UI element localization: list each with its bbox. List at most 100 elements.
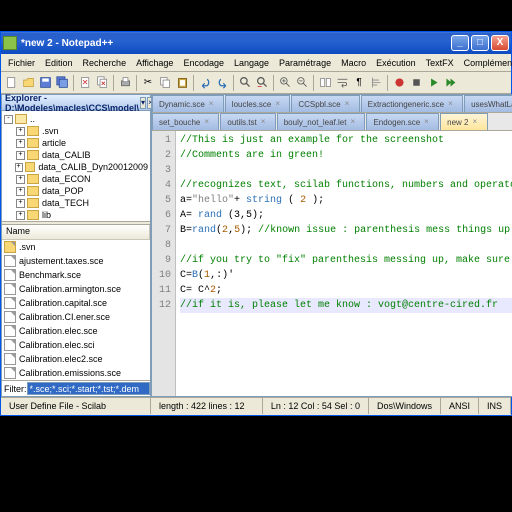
replace-icon[interactable] [254,75,270,91]
list-item[interactable]: Calibration.capital.sce [2,296,150,310]
indent-guide-icon[interactable] [368,75,384,91]
cut-icon[interactable]: ✂ [140,75,156,91]
close-button[interactable]: X [491,35,509,51]
menu-affichage[interactable]: Affichage [131,56,178,70]
undo-icon[interactable] [197,75,213,91]
tab-close-icon[interactable]: × [204,118,212,126]
menu-langage[interactable]: Langage [229,56,274,70]
status-insert-mode: INS [479,398,511,414]
expand-icon[interactable]: + [16,187,25,196]
list-item[interactable]: Calibration.elec.sce [2,324,150,338]
sync-scroll-icon[interactable] [317,75,333,91]
menu-encodage[interactable]: Encodage [178,56,229,70]
tree-node[interactable]: +data_CALIB [4,149,148,161]
expand-icon[interactable]: + [16,211,25,220]
minimize-button[interactable]: _ [451,35,469,51]
tab[interactable]: usesWhatLang.sce× [464,95,512,112]
list-item[interactable]: Calibration.emissions.sce [2,366,150,380]
copy-icon[interactable] [157,75,173,91]
save-all-icon[interactable] [54,75,70,91]
tab[interactable]: bouly_not_leaf.let× [277,113,366,130]
close-all-icon[interactable] [94,75,110,91]
menu-paramétrage[interactable]: Paramétrage [274,56,336,70]
menu-compléments[interactable]: Compléments [459,56,512,70]
code-editor[interactable]: //This is just an example for the screen… [176,131,512,396]
tab-close-icon[interactable]: × [209,100,217,108]
wordwrap-icon[interactable] [334,75,350,91]
tab[interactable]: Dynamic.sce× [152,95,224,112]
tab[interactable]: new 2× [440,113,487,130]
list-item[interactable]: Benchmark.sce [2,268,150,282]
list-item[interactable]: ajustement.taxes.sce [2,254,150,268]
tab[interactable]: loucles.sce× [225,95,291,112]
expand-icon[interactable]: + [16,139,25,148]
maximize-button[interactable]: □ [471,35,489,51]
folder-icon [25,162,36,172]
tab[interactable]: set_bouche× [152,113,219,130]
filter-label: Filter: [4,384,27,394]
tree-node[interactable]: +.svn [4,125,148,137]
expand-icon[interactable]: + [16,127,25,136]
title-bar[interactable]: *new 2 - Notepad++ _ □ X [1,32,511,54]
tree-node[interactable]: +data_CALIB_Dyn20012009 [4,161,148,173]
macro-record-icon[interactable] [391,75,407,91]
line-gutter[interactable]: 123456789101112 [152,131,176,396]
expand-icon[interactable]: + [16,175,25,184]
tab-close-icon[interactable]: × [275,100,283,108]
expand-icon[interactable]: - [4,115,13,124]
menu-recherche[interactable]: Recherche [78,56,132,70]
tab[interactable]: Endogen.sce× [366,113,439,130]
show-all-chars-icon[interactable]: ¶ [351,75,367,91]
explorer-pin-icon[interactable]: ▾ [140,97,146,109]
explorer-header[interactable]: Explorer - D:\Modeles\macles\CCS\model\ … [2,95,150,111]
paste-icon[interactable] [174,75,190,91]
filter-input[interactable] [27,382,150,395]
tab-bar-top[interactable]: Dynamic.sce×loucles.sce×CCSpbl.sce×Extra… [152,95,512,113]
zoom-out-icon[interactable] [294,75,310,91]
tab-close-icon[interactable]: × [350,118,358,126]
tab[interactable]: CCSpbl.sce× [291,95,359,112]
tree-node[interactable]: +article [4,137,148,149]
tree-node[interactable]: +data_POP [4,185,148,197]
close-file-icon[interactable] [77,75,93,91]
menu-exécution[interactable]: Exécution [371,56,421,70]
print-icon[interactable] [117,75,133,91]
folder-tree[interactable]: -..+.svn+article+data_CALIB+data_CALIB_D… [2,111,150,221]
tab-close-icon[interactable]: × [345,100,353,108]
find-icon[interactable] [237,75,253,91]
menu-fichier[interactable]: Fichier [3,56,40,70]
list-item[interactable]: Calibration.elec2.sce [2,352,150,366]
tree-node[interactable]: +lib [4,209,148,221]
tab[interactable]: Extractiongeneric.sce× [361,95,463,112]
tab-close-icon[interactable]: × [448,100,456,108]
zoom-in-icon[interactable] [277,75,293,91]
list-item[interactable]: Calibration.elec.sci [2,338,150,352]
macro-multi-icon[interactable] [442,75,458,91]
column-header-name[interactable]: Name [2,225,150,239]
macro-stop-icon[interactable] [408,75,424,91]
tree-node[interactable]: +data_TECH [4,197,148,209]
folder-icon [27,210,39,220]
macro-play-icon[interactable] [425,75,441,91]
tab-close-icon[interactable]: × [424,118,432,126]
expand-icon[interactable]: + [16,151,25,160]
expand-icon[interactable]: + [15,163,23,172]
menu-edition[interactable]: Edition [40,56,78,70]
tab-bar-bottom[interactable]: set_bouche×outils.tst×bouly_not_leaf.let… [152,113,512,131]
file-list[interactable]: Name .svnajustement.taxes.sceBenchmark.s… [2,225,150,380]
new-file-icon[interactable] [3,75,19,91]
tree-node[interactable]: +data_ECON [4,173,148,185]
save-icon[interactable] [37,75,53,91]
tree-node[interactable]: -.. [4,113,148,125]
list-item[interactable]: .svn [2,240,150,254]
expand-icon[interactable]: + [16,199,25,208]
tab-close-icon[interactable]: × [473,118,481,126]
redo-icon[interactable] [214,75,230,91]
list-item[interactable]: Calibration.armington.sce [2,282,150,296]
menu-textfx[interactable]: TextFX [421,56,459,70]
tab[interactable]: outils.tst× [220,113,275,130]
tab-close-icon[interactable]: × [261,118,269,126]
list-item[interactable]: Calibration.CI.ener.sce [2,310,150,324]
open-file-icon[interactable] [20,75,36,91]
menu-macro[interactable]: Macro [336,56,371,70]
